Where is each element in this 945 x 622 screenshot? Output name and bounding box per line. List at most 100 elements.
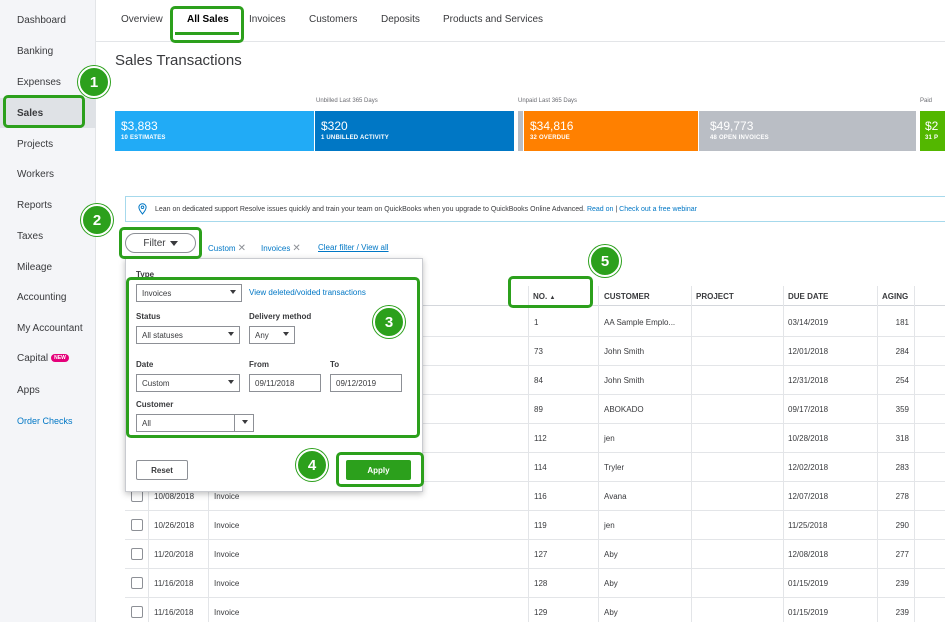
- apply-button[interactable]: Apply: [346, 460, 411, 480]
- caret-down-icon: [283, 332, 289, 336]
- column-header-due-date[interactable]: DUE DATE: [788, 292, 828, 301]
- row-checkbox[interactable]: [131, 577, 143, 589]
- custom-filter-chip[interactable]: Custom ✕: [208, 243, 246, 254]
- row-number-cell: 127: [534, 550, 548, 559]
- paid-amount: $2: [925, 119, 939, 133]
- table-row[interactable]: 10/26/2018 Invoice 119 jen 11/25/2018 290: [125, 511, 945, 540]
- close-icon[interactable]: ✕: [238, 243, 246, 254]
- row-checkbox[interactable]: [131, 519, 143, 531]
- row-due-date-cell: 03/14/2019: [788, 318, 829, 327]
- row-customer-cell: Tryler: [604, 463, 625, 472]
- sidebar-item-sales[interactable]: Sales: [17, 108, 43, 119]
- row-checkbox[interactable]: [131, 606, 143, 618]
- location-pin-icon: [138, 203, 147, 215]
- filter-button[interactable]: Filter: [125, 233, 196, 253]
- table-row[interactable]: 11/16/2018 Invoice 129 Aby 01/15/2019 239: [125, 598, 945, 622]
- unbilled-activity-segment[interactable]: $320 1 UNBILLED ACTIVITY: [315, 111, 514, 151]
- row-date-cell: 10/08/2018: [154, 492, 195, 501]
- date-label: Date: [136, 360, 154, 369]
- to-date-input[interactable]: 09/12/2019: [330, 374, 402, 392]
- customer-select[interactable]: All: [136, 414, 254, 432]
- row-due-date-cell: 01/15/2019: [788, 608, 829, 617]
- from-date-input[interactable]: 09/11/2018: [249, 374, 321, 392]
- step-marker-3: 3: [373, 306, 405, 338]
- row-due-date-cell: 09/17/2018: [788, 405, 829, 414]
- sidebar-item-expenses[interactable]: Expenses: [17, 77, 61, 88]
- paid-period-label: Paid: [920, 98, 933, 104]
- sidebar-item-dashboard[interactable]: Dashboard: [17, 15, 66, 26]
- filter-button-label: Filter: [143, 237, 166, 249]
- sidebar-item-taxes[interactable]: Taxes: [17, 231, 43, 242]
- type-select[interactable]: Invoices: [136, 284, 242, 302]
- tab-customers[interactable]: Customers: [309, 14, 357, 25]
- delivery-method-select[interactable]: Any: [249, 326, 295, 344]
- column-header-aging[interactable]: AGING: [882, 292, 908, 301]
- overdue-segment[interactable]: $34,816 32 OVERDUE: [524, 111, 698, 151]
- active-tab-indicator: [175, 32, 239, 35]
- step-marker-5: 5: [589, 245, 621, 277]
- row-number-cell: 73: [534, 347, 543, 356]
- sidebar-item-mileage[interactable]: Mileage: [17, 262, 52, 273]
- sidebar-item-capital[interactable]: Capital NEW: [17, 353, 69, 364]
- date-range-select[interactable]: Custom: [136, 374, 240, 392]
- row-due-date-cell: 12/02/2018: [788, 463, 829, 472]
- table-row[interactable]: 11/16/2018 Invoice 128 Aby 01/15/2019 239: [125, 569, 945, 598]
- sidebar-item-accounting[interactable]: Accounting: [17, 292, 66, 303]
- row-customer-cell: jen: [604, 434, 615, 443]
- select-divider: [234, 415, 235, 431]
- banner-message: Lean on dedicated support Resolve issues…: [155, 206, 697, 213]
- estimates-segment[interactable]: $3,883 10 ESTIMATES: [115, 111, 314, 151]
- row-number-cell: 128: [534, 579, 548, 588]
- unbilled-count: 1 UNBILLED ACTIVITY: [321, 135, 389, 141]
- row-due-date-cell: 12/31/2018: [788, 376, 829, 385]
- column-header-customer[interactable]: CUSTOMER: [604, 292, 650, 301]
- type-select-value: Invoices: [142, 289, 172, 298]
- sidebar-item-workers[interactable]: Workers: [17, 169, 54, 180]
- paid-segment[interactable]: $2 31 P: [920, 111, 945, 151]
- sidebar-item-banking[interactable]: Banking: [17, 46, 53, 57]
- clear-filter-link[interactable]: Clear filter / View all: [318, 243, 389, 252]
- filter-dropdown-panel: Type Invoices View deleted/voided transa…: [125, 258, 423, 492]
- status-select-value: All statuses: [142, 331, 183, 340]
- invoices-filter-chip[interactable]: Invoices ✕: [261, 243, 301, 254]
- open-invoices-segment[interactable]: $49,773 48 OPEN INVOICES: [699, 111, 916, 151]
- free-webinar-link[interactable]: Check out a free webinar: [619, 206, 697, 213]
- tab-deposits[interactable]: Deposits: [381, 14, 420, 25]
- tab-invoices[interactable]: Invoices: [249, 14, 286, 25]
- invoices-chip-label: Invoices: [261, 244, 291, 253]
- row-aging-cell: 239: [895, 579, 909, 588]
- row-checkbox[interactable]: [131, 548, 143, 560]
- row-aging-cell: 359: [895, 405, 909, 414]
- tab-products-and-services[interactable]: Products and Services: [443, 14, 543, 25]
- order-checks-link[interactable]: Order Checks: [17, 416, 73, 426]
- reset-button[interactable]: Reset: [136, 460, 188, 480]
- row-aging-cell: 284: [895, 347, 909, 356]
- row-aging-cell: 254: [895, 376, 909, 385]
- sidebar-item-reports[interactable]: Reports: [17, 200, 52, 211]
- row-aging-cell: 283: [895, 463, 909, 472]
- step-marker-4: 4: [296, 449, 328, 481]
- to-label: To: [330, 360, 340, 369]
- table-row[interactable]: 11/20/2018 Invoice 127 Aby 12/08/2018 277: [125, 540, 945, 569]
- row-due-date-cell: 12/07/2018: [788, 492, 829, 501]
- upgrade-banner: Lean on dedicated support Resolve issues…: [125, 196, 945, 222]
- close-icon[interactable]: ✕: [292, 243, 300, 254]
- view-deleted-voided-link[interactable]: View deleted/voided transactions: [249, 288, 366, 297]
- tab-all-sales[interactable]: All Sales: [187, 14, 229, 25]
- column-header-no[interactable]: NO. ▲: [533, 292, 555, 301]
- row-aging-cell: 318: [895, 434, 909, 443]
- read-on-link[interactable]: Read on: [587, 206, 613, 213]
- step-marker-1: 1: [78, 66, 110, 98]
- sidebar-item-apps[interactable]: Apps: [17, 385, 40, 396]
- status-select[interactable]: All statuses: [136, 326, 240, 344]
- sidebar-item-my-accountant[interactable]: My Accountant: [17, 323, 83, 334]
- row-type-cell: Invoice: [214, 608, 240, 617]
- row-number-cell: 89: [534, 405, 543, 414]
- row-customer-cell: ABOKADO: [604, 405, 644, 414]
- banner-lead: Lean on dedicated support: [155, 206, 238, 213]
- row-date-cell: 11/20/2018: [154, 550, 194, 559]
- tab-overview[interactable]: Overview: [121, 14, 163, 25]
- status-label: Status: [136, 312, 161, 321]
- column-header-project[interactable]: PROJECT: [696, 292, 734, 301]
- sidebar-item-projects[interactable]: Projects: [17, 139, 53, 150]
